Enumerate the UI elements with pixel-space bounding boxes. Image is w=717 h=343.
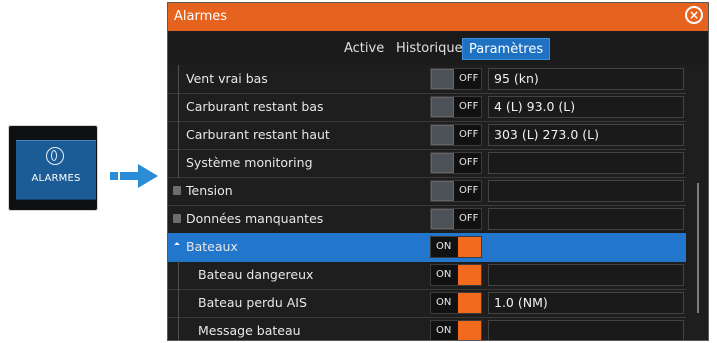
dialog-titlebar: Alarmes ×: [168, 3, 708, 32]
toggle-knob: [458, 293, 481, 313]
alarm-row-label: Bateaux: [186, 239, 238, 254]
alarm-threshold-field[interactable]: 303 (L) 273.0 (L): [488, 124, 684, 146]
alarm-row-label: Tension: [186, 183, 233, 198]
close-icon[interactable]: ×: [685, 6, 703, 24]
toggle-state: OFF: [459, 129, 479, 140]
alarms-tile[interactable]: ALARMES: [8, 125, 98, 211]
alarm-toggle[interactable]: OFF: [430, 68, 482, 90]
toggle-knob: [458, 265, 481, 285]
alarm-row[interactable]: Vent vrai bas OFF 95 (kn): [168, 65, 686, 94]
expand-icon[interactable]: [173, 214, 181, 223]
alarm-threshold-field[interactable]: 1.0 (NM): [488, 292, 684, 314]
alarms-tile-label: ALARMES: [31, 173, 81, 184]
toggle-knob: [431, 69, 454, 89]
alarm-row-label: Bateau dangereux: [198, 267, 314, 282]
alarm-row-label: Données manquantes: [186, 211, 324, 226]
alarm-threshold-field[interactable]: [488, 152, 684, 174]
alarm-threshold-field[interactable]: 4 (L) 93.0 (L): [488, 96, 684, 118]
alarm-row-label: Carburant restant haut: [186, 127, 330, 142]
alarm-row[interactable]: Données manquantes OFF: [168, 205, 686, 234]
tree-line: [178, 261, 179, 290]
alarm-row-label: Carburant restant bas: [186, 99, 324, 114]
tab-historique[interactable]: Historique: [390, 38, 469, 60]
toggle-knob: [431, 209, 454, 229]
arrow-right-icon: [110, 164, 158, 188]
toggle-state: OFF: [459, 157, 479, 168]
toggle-state: OFF: [459, 73, 479, 84]
toggle-knob: [431, 181, 454, 201]
alarm-row[interactable]: Carburant restant haut OFF 303 (L) 273.0 (…: [168, 121, 686, 150]
alarm-threshold-field[interactable]: 95 (kn): [488, 68, 684, 90]
alarm-row-label: Bateau perdu AIS: [198, 295, 307, 310]
alarm-row[interactable]: Carburant restant bas OFF 4 (L) 93.0 (L): [168, 93, 686, 122]
tab-bar: Active Historique Paramètres: [168, 31, 708, 65]
alarm-toggle[interactable]: ON: [430, 236, 482, 258]
toggle-state: ON: [436, 297, 452, 308]
toggle-state: OFF: [459, 213, 479, 224]
alarm-icon: [46, 147, 64, 165]
alarm-toggle[interactable]: OFF: [430, 180, 482, 202]
toggle-state: ON: [436, 325, 452, 336]
toggle-knob: [431, 97, 454, 117]
alarm-row-label: Message bateau: [198, 323, 301, 338]
alarms-tile-button[interactable]: ALARMES: [16, 140, 96, 200]
alarm-toggle[interactable]: ON: [430, 320, 482, 340]
toggle-state: ON: [436, 241, 452, 252]
toggle-knob: [458, 237, 481, 257]
toggle-state: OFF: [459, 101, 479, 112]
alarm-threshold-field[interactable]: [488, 264, 684, 286]
tree-line: [178, 317, 179, 340]
tree-line: [178, 121, 179, 150]
alarm-threshold-field[interactable]: [488, 208, 684, 230]
alarm-toggle[interactable]: ON: [430, 264, 482, 286]
toggle-state: ON: [436, 269, 452, 280]
alarm-row[interactable]: Bateau perdu AIS ON 1.0 (NM): [168, 289, 686, 318]
toggle-state: OFF: [459, 185, 479, 196]
alarm-toggle[interactable]: OFF: [430, 152, 482, 174]
alarm-toggle[interactable]: OFF: [430, 96, 482, 118]
toggle-knob: [431, 153, 454, 173]
alarm-toggle[interactable]: OFF: [430, 208, 482, 230]
alarm-toggle[interactable]: OFF: [430, 124, 482, 146]
toggle-knob: [458, 321, 481, 340]
tab-parametres[interactable]: Paramètres: [462, 38, 551, 60]
tree-line: [178, 289, 179, 318]
collapse-icon[interactable]: [173, 242, 181, 251]
expand-icon[interactable]: [173, 186, 181, 195]
toggle-knob: [431, 125, 454, 145]
alarm-row-label: Système monitoring: [186, 155, 313, 170]
alarm-toggle[interactable]: ON: [430, 292, 482, 314]
alarms-dialog: Alarmes × Active Historique Paramètres V…: [167, 2, 709, 341]
dialog-title: Alarmes: [174, 9, 228, 24]
alarm-threshold-field[interactable]: [488, 320, 684, 340]
scrollbar[interactable]: [697, 183, 699, 313]
alarm-threshold-field[interactable]: [488, 180, 684, 202]
alarm-row[interactable]: Système monitoring OFF: [168, 149, 686, 178]
alarm-row[interactable]: Message bateau ON: [168, 317, 686, 340]
tree-line: [178, 93, 179, 122]
alarm-row[interactable]: Tension OFF: [168, 177, 686, 206]
alarm-row-label: Vent vrai bas: [186, 71, 268, 86]
alarm-row[interactable]: Bateaux ON: [168, 233, 686, 262]
alarm-row[interactable]: Bateau dangereux ON: [168, 261, 686, 290]
tree-line: [178, 149, 179, 178]
tab-active[interactable]: Active: [338, 38, 390, 60]
tree-line: [178, 65, 179, 94]
alarm-settings-list: Vent vrai bas OFF 95 (kn) Carburant restant…: [168, 65, 708, 340]
